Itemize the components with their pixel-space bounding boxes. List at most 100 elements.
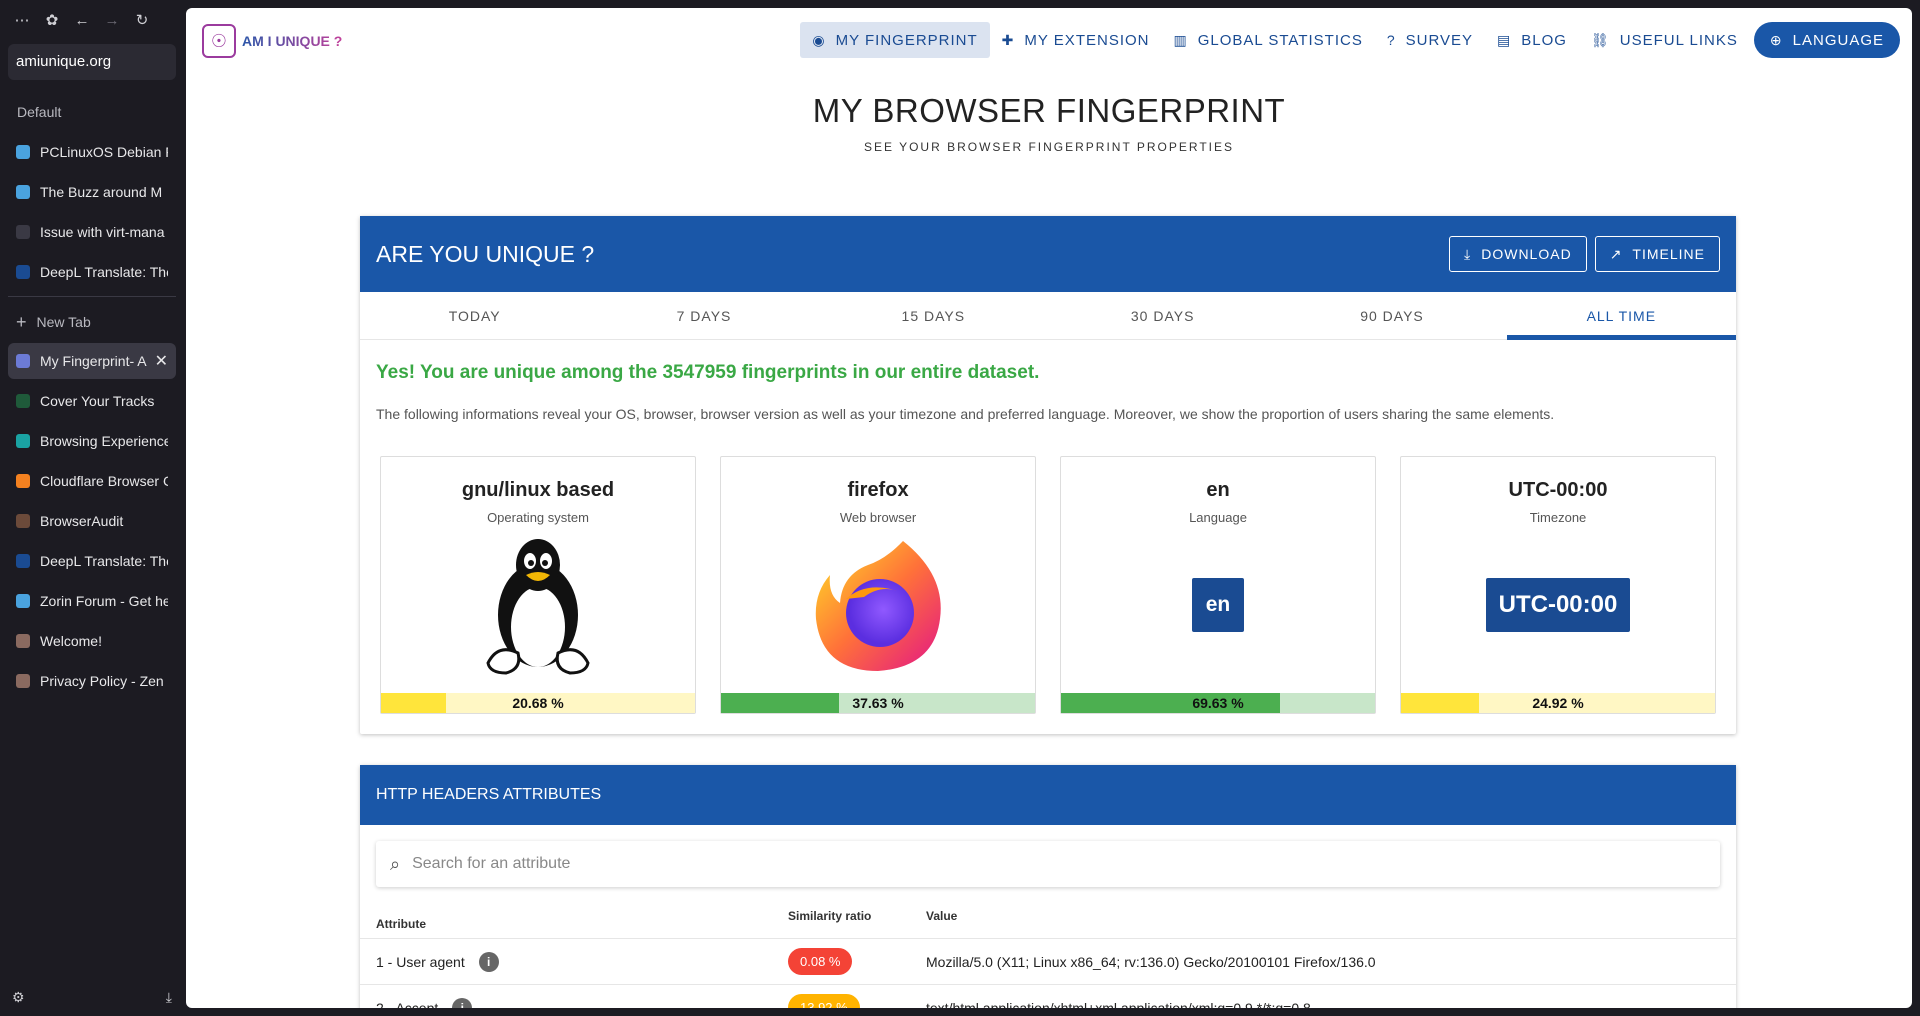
reload-icon[interactable]: ↻	[134, 11, 150, 29]
sidebar-toolbar: ⋯ ✿ ← → ↻	[0, 0, 184, 40]
tile-image	[721, 535, 1035, 675]
download-button[interactable]: ⤓ DOWNLOAD	[1449, 236, 1587, 272]
uniqueness-card-header: ARE YOU UNIQUE ? ⤓ DOWNLOAD ↗ TIMELINE	[360, 216, 1736, 292]
column-header[interactable]: Value	[926, 909, 1720, 938]
settings-icon[interactable]: ⚙	[12, 989, 25, 1006]
similarity-cell: 13.92 %	[788, 994, 926, 1008]
tab-favicon-icon	[16, 434, 30, 448]
site-logo[interactable]: ☉ AM I UNIQUE ?	[202, 24, 342, 58]
share-percentage: 24.92 %	[1532, 695, 1584, 711]
browser-tab[interactable]: BrowserAudit	[8, 503, 176, 539]
tile-image: en	[1061, 535, 1375, 675]
tile-badge: UTC-00:00	[1486, 578, 1630, 632]
browser-tab[interactable]: Privacy Policy - Zen	[8, 663, 176, 699]
tab-list: My Fingerprint- A ✕ Cover Your Tracks Brows…	[0, 343, 184, 699]
fingerprint-tiles: gnu/linux based Operating system 20.68 % fi…	[380, 456, 1716, 714]
info-icon[interactable]: i	[452, 997, 473, 1008]
period-tab[interactable]: 90 DAYS	[1277, 292, 1506, 339]
share-progress-fill	[381, 693, 446, 713]
period-tabs: TODAY 7 DAYS 15 DAYS 30 DAYS 90 DAYS ALL TIME	[360, 292, 1737, 340]
back-icon[interactable]: ←	[74, 12, 90, 29]
web-page: ☉ AM I UNIQUE ? ◉ MY FINGERPRINT ✚ MY EXTEN…	[186, 8, 1912, 1008]
http-headers-header: HTTP HEADERS ATTRIBUTES	[360, 765, 1736, 825]
share-progress-fill	[1061, 693, 1280, 713]
nav-icon: ◉	[812, 31, 826, 48]
tab-title: Issue with virt-mana	[40, 224, 165, 240]
nav-icon: ▤	[1497, 31, 1512, 48]
column-header[interactable]: Attribute	[376, 909, 788, 938]
tile-badge: en	[1192, 578, 1244, 632]
nav-icon: ✚	[1001, 31, 1015, 48]
browser-tab[interactable]: Cover Your Tracks	[8, 383, 176, 419]
tile-value: en	[1206, 479, 1230, 501]
browser-tab[interactable]: The Buzz around M	[8, 174, 176, 210]
tab-title: Browsing Experience	[40, 433, 168, 449]
tab-separator	[8, 296, 176, 297]
uniqueness-result: Yes! You are unique among the 3547959 fi…	[376, 362, 1040, 383]
search-icon: ⌕	[390, 853, 401, 874]
tab-title: DeepL Translate: The	[40, 553, 168, 569]
downloads-icon[interactable]: ⤓	[166, 989, 172, 1006]
tile-image: UTC-00:00	[1401, 535, 1715, 675]
menu-icon[interactable]: ⋯	[14, 11, 30, 29]
fingerprint-logo-icon: ☉	[202, 24, 236, 58]
nav-my-fingerprint[interactable]: ◉ MY FINGERPRINT	[800, 22, 990, 58]
column-header[interactable]: Similarity ratio	[788, 909, 926, 938]
browser-tab[interactable]: Zorin Forum - Get he	[8, 583, 176, 619]
period-tab[interactable]: 30 DAYS	[1048, 292, 1277, 339]
attribute-search-input[interactable]: ⌕ Search for an attribute	[376, 841, 1720, 887]
fingerprint-tile: gnu/linux based Operating system 20.68 %	[380, 456, 696, 714]
tab-favicon-icon	[16, 514, 30, 528]
tab-favicon-icon	[16, 554, 30, 568]
nav-survey[interactable]: ? SURVEY	[1375, 22, 1485, 58]
extensions-icon[interactable]: ✿	[44, 11, 60, 29]
nav-useful-links[interactable]: ⛓ USEFUL LINKS	[1579, 22, 1750, 58]
info-icon[interactable]: i	[478, 951, 499, 972]
page-title: MY BROWSER FINGERPRINT	[812, 92, 1286, 129]
new-tab-button[interactable]: + New Tab	[8, 307, 176, 337]
browser-tab[interactable]: My Fingerprint- A ✕	[8, 343, 176, 379]
uniqueness-description: The following informations reveal your O…	[376, 406, 1555, 422]
browser-tab[interactable]: Issue with virt-mana	[8, 214, 176, 250]
browser-tab[interactable]: DeepL Translate: The	[8, 254, 176, 290]
tab-title: Privacy Policy - Zen	[40, 673, 164, 689]
browser-tab[interactable]: PCLinuxOS Debian F	[8, 134, 176, 170]
browser-tab[interactable]: Cloudflare Browser C	[8, 463, 176, 499]
tile-value: firefox	[847, 479, 909, 501]
value-cell: Mozilla/5.0 (X11; Linux x86_64; rv:136.0…	[926, 953, 1376, 970]
tab-favicon-icon	[16, 474, 30, 488]
period-tab[interactable]: ALL TIME	[1506, 292, 1737, 340]
nav-blog[interactable]: ▤ BLOG	[1485, 22, 1579, 58]
tab-title: Cover Your Tracks	[40, 393, 155, 409]
share-percentage: 37.63 %	[852, 695, 904, 711]
url-bar[interactable]: amiunique.org	[8, 44, 176, 80]
period-tab[interactable]: 7 DAYS	[589, 292, 818, 339]
browser-tab[interactable]: Browsing Experience	[8, 423, 176, 459]
similarity-badge: 0.08 %	[788, 948, 853, 975]
tile-label: Web browser	[839, 510, 917, 525]
language-button[interactable]: ⊕ LANGUAGE	[1753, 22, 1900, 58]
tab-favicon-icon	[16, 265, 30, 279]
tile-image	[381, 535, 695, 675]
period-tab[interactable]: TODAY	[360, 292, 589, 339]
tab-favicon-icon	[16, 674, 30, 688]
forward-icon[interactable]: →	[104, 12, 120, 29]
timeline-button[interactable]: ↗ TIMELINE	[1594, 236, 1720, 272]
sidebar-footer: ⚙ ⤓	[12, 989, 172, 1006]
browser-tab[interactable]: Welcome!	[8, 623, 176, 659]
tab-title: Cloudflare Browser C	[40, 473, 168, 489]
nav-my-extension[interactable]: ✚ MY EXTENSION	[990, 22, 1162, 58]
tab-favicon-icon	[16, 634, 30, 648]
close-tab-icon[interactable]: ✕	[155, 351, 168, 371]
nav-global-statistics[interactable]: ▥ GLOBAL STATISTICS	[1162, 22, 1375, 58]
tab-favicon-icon	[16, 145, 30, 159]
globe-icon: ⊕	[1769, 31, 1783, 48]
tab-favicon-icon	[16, 185, 30, 199]
site-navbar: ☉ AM I UNIQUE ? ◉ MY FINGERPRINT ✚ MY EXTEN…	[186, 8, 1912, 72]
tab-favicon-icon	[16, 394, 30, 408]
pinned-tabs: PCLinuxOS Debian F The Buzz around M Issue…	[0, 134, 184, 290]
period-tab[interactable]: 15 DAYS	[819, 292, 1048, 339]
browser-tab[interactable]: DeepL Translate: The	[8, 543, 176, 579]
share-percentage: 20.68 %	[512, 695, 564, 711]
tab-title: Welcome!	[40, 633, 102, 649]
